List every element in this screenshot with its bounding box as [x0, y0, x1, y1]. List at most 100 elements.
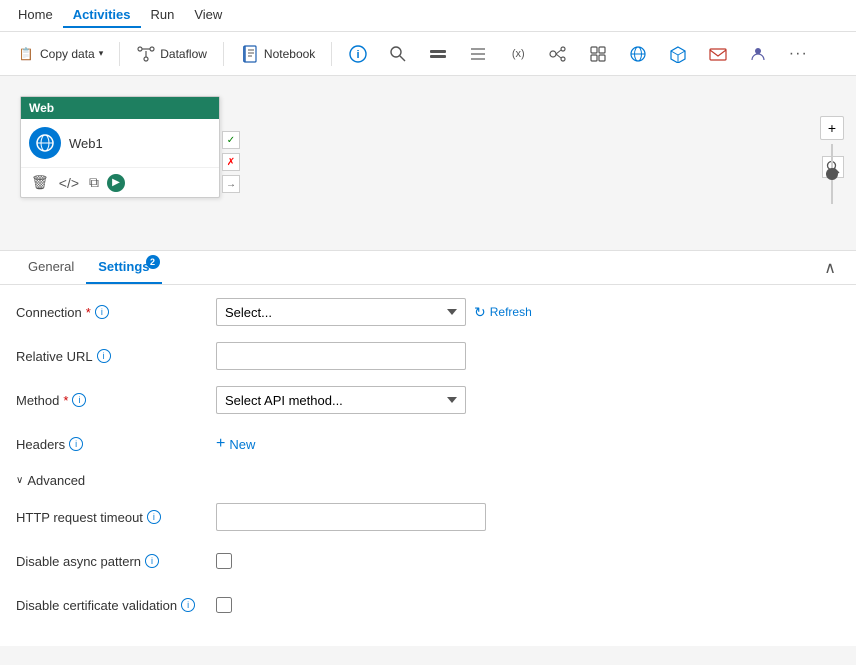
- teams-icon: [748, 44, 768, 64]
- run-activity-button[interactable]: ▶: [107, 174, 125, 192]
- method-control-wrap: Select API method... GET POST PUT DELETE…: [216, 386, 840, 414]
- method-info-icon[interactable]: i: [72, 393, 86, 407]
- list-icon: [468, 44, 488, 64]
- refresh-button[interactable]: ↻ Refresh: [474, 304, 532, 321]
- info-button[interactable]: i: [340, 40, 376, 68]
- failure-condition-button[interactable]: ✗: [222, 153, 240, 171]
- notebook-button[interactable]: Notebook: [232, 40, 323, 68]
- code-activity-button[interactable]: </>: [57, 173, 81, 193]
- relative-url-label: Relative URL i: [16, 349, 216, 364]
- activity-card-header: Web: [21, 97, 219, 119]
- relative-url-control-wrap: [216, 342, 840, 370]
- disable-async-row: Disable async pattern i: [16, 546, 840, 576]
- method-required: *: [63, 393, 68, 408]
- relative-url-input[interactable]: [216, 342, 466, 370]
- activity-card-name: Web1: [69, 136, 103, 151]
- plus-icon: +: [216, 435, 225, 453]
- zoom-controls: +: [820, 86, 844, 208]
- copy-data-dropdown-icon: ▾: [99, 48, 104, 59]
- package-icon: [668, 44, 688, 64]
- advanced-toggle[interactable]: ∨ Advanced: [16, 473, 840, 488]
- toolbar-sep-3: [331, 42, 332, 66]
- dataflow-button[interactable]: Dataflow: [128, 40, 215, 68]
- disable-async-info-icon[interactable]: i: [145, 554, 159, 568]
- menu-bar: Home Activities Run View: [0, 0, 856, 32]
- connection-select[interactable]: Select...: [216, 298, 466, 326]
- globe-button[interactable]: [620, 40, 656, 68]
- copy-data-icon: 📋: [16, 44, 36, 64]
- http-timeout-label: HTTP request timeout i: [16, 510, 216, 525]
- delete-activity-button[interactable]: 🗑: [29, 172, 51, 193]
- panel-collapse-button[interactable]: ∧: [820, 254, 840, 282]
- zoom-track: [831, 144, 833, 204]
- relative-url-info-icon[interactable]: i: [97, 349, 111, 363]
- method-select[interactable]: Select API method... GET POST PUT DELETE…: [216, 386, 466, 414]
- email-icon: [708, 44, 728, 64]
- disable-async-label: Disable async pattern i: [16, 554, 216, 569]
- method-row: Method * i Select API method... GET POST…: [16, 385, 840, 415]
- disable-cert-info-icon[interactable]: i: [181, 598, 195, 612]
- globe-icon: [628, 44, 648, 64]
- disable-cert-label: Disable certificate validation i: [16, 598, 216, 613]
- headers-row: Headers i + New: [16, 429, 840, 459]
- toolbar-sep-1: [119, 42, 120, 66]
- toolbar: 📋 Copy data ▾ Dataflow Notebook i: [0, 32, 856, 76]
- card-side-icons: ✓ ✗ →: [222, 131, 240, 193]
- disable-cert-control-wrap: [216, 597, 840, 613]
- copy-activity-button[interactable]: ⧉: [87, 172, 101, 193]
- tab-settings[interactable]: Settings 2: [86, 251, 161, 284]
- search-icon: [388, 44, 408, 64]
- info-icon: i: [348, 44, 368, 64]
- disable-async-control-wrap: [216, 553, 840, 569]
- connection-info-icon[interactable]: i: [95, 305, 109, 319]
- menu-home[interactable]: Home: [8, 3, 63, 28]
- connection-required: *: [86, 305, 91, 320]
- package-button[interactable]: [660, 40, 696, 68]
- connections-icon: [548, 44, 568, 64]
- list-button[interactable]: [460, 40, 496, 68]
- headers-info-icon[interactable]: i: [69, 437, 83, 451]
- http-timeout-control-wrap: [216, 503, 840, 531]
- menu-view[interactable]: View: [184, 3, 232, 28]
- success-condition-button[interactable]: ✓: [222, 131, 240, 149]
- email-button[interactable]: [700, 40, 736, 68]
- headers-label: Headers i: [16, 437, 216, 452]
- zoom-in-button[interactable]: +: [820, 116, 844, 140]
- canvas-area: + Web Web1 🗑 </> ⧉ ▶ ✓ ✗ →: [0, 76, 856, 251]
- disable-async-checkbox[interactable]: [216, 553, 232, 569]
- relative-url-row: Relative URL i: [16, 341, 840, 371]
- teams-button[interactable]: [740, 40, 776, 68]
- menu-run[interactable]: Run: [141, 3, 185, 28]
- headers-control-wrap: + New: [216, 431, 840, 457]
- advanced-chevron-icon: ∨: [16, 475, 23, 486]
- more-icon: ···: [788, 44, 808, 64]
- connection-label: Connection * i: [16, 305, 216, 320]
- pipeline-button[interactable]: [420, 40, 456, 68]
- http-timeout-info-icon[interactable]: i: [147, 510, 161, 524]
- http-timeout-input[interactable]: [216, 503, 486, 531]
- connection-row: Connection * i Select... ↻ Refresh: [16, 297, 840, 327]
- more-button[interactable]: ···: [780, 40, 816, 68]
- method-label: Method * i: [16, 393, 216, 408]
- search-button[interactable]: [380, 40, 416, 68]
- completion-condition-button[interactable]: →: [222, 175, 240, 193]
- toolbar-sep-2: [223, 42, 224, 66]
- tab-general[interactable]: General: [16, 251, 86, 284]
- template-icon: [588, 44, 608, 64]
- disable-cert-checkbox[interactable]: [216, 597, 232, 613]
- template-button[interactable]: [580, 40, 616, 68]
- zoom-thumb[interactable]: [826, 168, 838, 180]
- variable-button[interactable]: (x): [500, 40, 536, 68]
- refresh-icon: ↻: [474, 304, 486, 321]
- menu-activities[interactable]: Activities: [63, 3, 141, 28]
- activity-card: Web Web1 🗑 </> ⧉ ▶: [20, 96, 220, 198]
- new-header-button[interactable]: + New: [216, 431, 255, 457]
- panel-tabs: General Settings 2 ∧: [0, 251, 856, 285]
- dataflow-icon: [136, 44, 156, 64]
- settings-panel: General Settings 2 ∧ Connection * i Sele…: [0, 251, 856, 646]
- activity-card-body: Web1: [21, 119, 219, 167]
- svg-text:i: i: [357, 49, 360, 61]
- copy-data-button[interactable]: 📋 Copy data ▾: [8, 40, 111, 68]
- activity-card-actions: 🗑 </> ⧉ ▶: [21, 167, 219, 197]
- connections-button[interactable]: [540, 40, 576, 68]
